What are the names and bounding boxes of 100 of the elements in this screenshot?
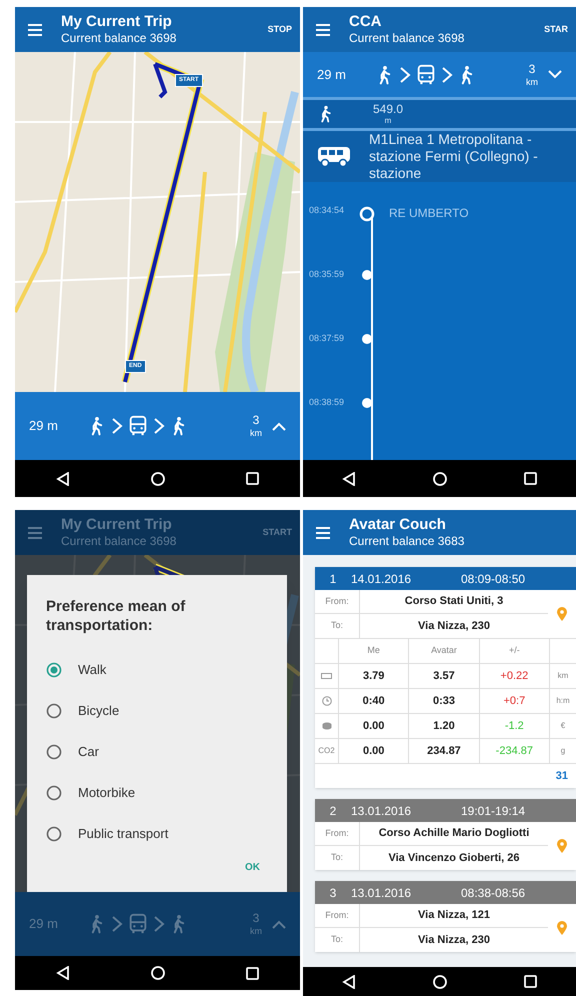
co2-label: CO2 xyxy=(318,745,335,757)
recents-icon[interactable] xyxy=(524,472,538,485)
app-title: CCA xyxy=(349,12,382,32)
column-header: Avatar xyxy=(409,639,480,664)
home-icon[interactable] xyxy=(432,472,447,486)
bus-icon xyxy=(127,913,149,935)
bus-icon xyxy=(415,64,437,86)
option-label: Walk xyxy=(78,660,106,679)
table-cell: 3.57 xyxy=(409,664,480,689)
table-cell: 3.79 xyxy=(339,664,410,689)
app-title: Avatar Couch xyxy=(349,516,447,534)
balance-text: Current balance 3698 xyxy=(61,534,178,550)
trip-card[interactable]: 1 14.01.2016 08:09-08:50 From: Corso Stati Uniti, 3 To: Via Nizza, 230 Me Avatar +/- 3.79 3.57 +0.22 km 0:40 0:33 +0:7 h:m 0.00 1.20 -1.2 € CO2 0.00 234.87 -234.87 g 31 xyxy=(315,567,576,788)
trip-number: 2 xyxy=(328,802,338,820)
radio-option[interactable]: Bicycle xyxy=(46,690,268,731)
unit-cell: h:m xyxy=(550,689,576,714)
bus-line-text: M1Linea 1 Metropolitana - stazione Fermi (Collegno) - stazione xyxy=(369,131,539,182)
balance-text: Current balance 3698 xyxy=(349,31,466,46)
unit-cell: € xyxy=(550,714,576,739)
from-label: From: xyxy=(315,904,360,928)
option-label: Public transport xyxy=(78,824,168,843)
difference-cell: -234.87 xyxy=(480,739,550,764)
score-value: 31 xyxy=(556,768,568,784)
radio-option[interactable]: Walk xyxy=(46,649,268,690)
table-cell: 0.00 xyxy=(339,714,410,739)
option-label: Car xyxy=(78,742,99,761)
trip-date: 14.01.2016 xyxy=(351,570,412,588)
bus-icon xyxy=(317,146,351,168)
trip-time: 08:38-08:56 xyxy=(461,884,526,902)
column-header: Me xyxy=(339,639,410,664)
back-icon[interactable] xyxy=(342,974,356,988)
difference-cell: +0:7 xyxy=(480,689,550,714)
recents-icon[interactable] xyxy=(246,472,260,485)
from-label: From: xyxy=(315,590,360,614)
distance-value: 3 xyxy=(252,414,260,426)
table-cell: 0.00 xyxy=(339,739,410,764)
bus-leg-row[interactable]: M1Linea 1 Metropolitana - stazione Fermi (Collegno) - stazione xyxy=(303,131,576,182)
chevron-right-icon xyxy=(111,915,123,933)
difference-cell: -1.2 xyxy=(480,714,550,739)
back-icon[interactable] xyxy=(56,966,70,980)
back-icon[interactable] xyxy=(342,472,356,486)
table-cell: 0:40 xyxy=(339,689,410,714)
back-icon[interactable] xyxy=(56,472,70,486)
radio-option[interactable]: Public transport xyxy=(46,813,268,854)
from-label: From: xyxy=(315,822,360,846)
chevron-right-icon xyxy=(153,915,165,933)
to-label: To: xyxy=(315,846,360,870)
duration-text: 29 m xyxy=(29,915,59,934)
to-address: Via Vincenzo Gioberti, 26 xyxy=(387,850,521,866)
to-address: Via Nizza, 230 xyxy=(417,618,491,634)
clock-icon xyxy=(322,696,332,706)
route-summary-bar[interactable]: 29 m 3 km xyxy=(303,52,576,100)
route-summary-bar[interactable]: 29 m 3 km xyxy=(15,392,300,460)
duration-text: 29 m xyxy=(317,66,347,84)
recents-icon[interactable] xyxy=(524,975,538,988)
menu-icon[interactable] xyxy=(27,526,43,540)
trip-card[interactable]: 2 13.01.2016 19:01-19:14 From: Corso Achille Mario Dogliotti To: Via Vincenzo Gioberti, 26 xyxy=(315,799,576,870)
radio-option[interactable]: Car xyxy=(46,731,268,772)
stop-time: 08:37:59 xyxy=(308,332,346,345)
chevron-right-icon xyxy=(111,417,123,435)
chevron-right-icon xyxy=(153,417,165,435)
stop-time: 08:38:59 xyxy=(308,396,346,409)
trip-time: 08:09-08:50 xyxy=(461,570,526,588)
column-header: +/- xyxy=(480,639,550,664)
chevron-right-icon xyxy=(441,66,453,84)
trip-number: 3 xyxy=(328,884,338,902)
table-cell: 1.20 xyxy=(409,714,480,739)
empty-cell xyxy=(315,639,339,664)
dialog-title: Preference mean of transportation: xyxy=(46,597,186,635)
trip-card[interactable]: 3 13.01.2016 08:38-08:56 From: Via Nizza, 121 To: Via Nizza, 230 xyxy=(315,881,576,952)
leg-distance: 549.0 xyxy=(373,103,404,116)
from-address: Corso Achille Mario Dogliotti xyxy=(360,822,548,846)
app-title: My Current Trip xyxy=(61,12,173,32)
home-icon[interactable] xyxy=(150,966,165,980)
caret-up-icon[interactable] xyxy=(272,920,286,928)
distance-unit: km xyxy=(250,429,262,438)
bus-icon xyxy=(127,415,149,437)
option-label: Motorbike xyxy=(78,784,136,802)
home-icon[interactable] xyxy=(432,974,447,988)
caret-down-icon[interactable] xyxy=(548,70,562,80)
balance-text: Current balance 3683 xyxy=(349,534,466,550)
trip-number: 1 xyxy=(328,570,338,588)
action-button[interactable]: STOP xyxy=(268,22,292,36)
coins-icon xyxy=(322,722,332,730)
trip-date: 13.01.2016 xyxy=(351,884,412,902)
radio-option[interactable]: Motorbike xyxy=(46,772,268,813)
home-icon[interactable] xyxy=(150,472,165,486)
trip-time: 19:01-19:14 xyxy=(461,802,526,820)
stop-name: RE UMBERTO xyxy=(389,205,469,222)
walk-leg-row[interactable]: 549.0 m xyxy=(303,100,576,131)
recents-icon[interactable] xyxy=(246,966,260,980)
distance-unit: km xyxy=(526,78,538,87)
from-address: Corso Stati Uniti, 3 xyxy=(360,590,548,614)
action-button[interactable]: STAR xyxy=(544,22,568,36)
trip-date: 13.01.2016 xyxy=(351,802,412,820)
balance-text: Current balance 3698 xyxy=(61,31,178,46)
option-label: Bicycle xyxy=(78,702,120,720)
app-title: My Current Trip xyxy=(61,516,173,534)
table-cell: 0:33 xyxy=(409,689,480,714)
to-label: To: xyxy=(315,614,360,638)
